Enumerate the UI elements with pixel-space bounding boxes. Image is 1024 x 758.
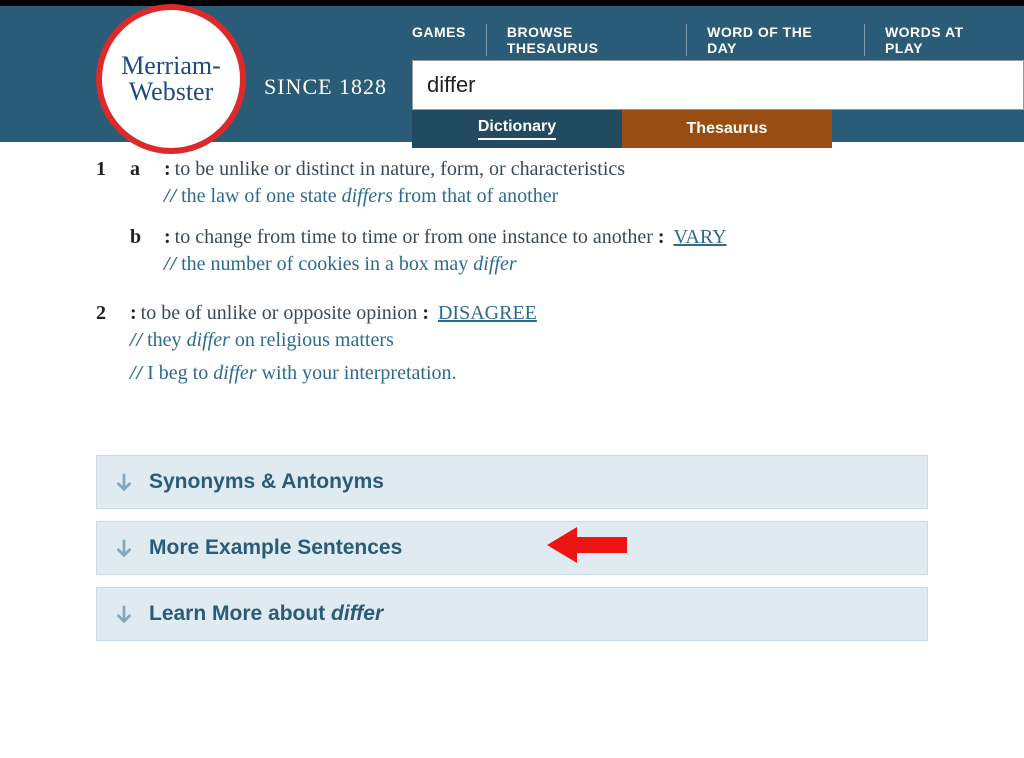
expanders-group: Synonyms & Antonyms More Example Sentenc… (96, 455, 928, 641)
definition-text: to be of unlike or opposite opinion (141, 302, 423, 324)
def-colon: : (658, 226, 674, 248)
definition-block: :to be unlike or distinct in nature, for… (164, 158, 928, 208)
red-arrow-annotation-icon (547, 523, 627, 573)
def-colon: : (130, 302, 141, 324)
sense-number: 1 (96, 158, 130, 208)
tab-dictionary[interactable]: Dictionary (412, 110, 622, 148)
ex-em: differ (213, 362, 256, 384)
expander-title: Synonyms & Antonyms (149, 470, 384, 494)
expander-title: More Example Sentences (149, 536, 402, 560)
example-slash-icon: // (130, 362, 143, 384)
site-header: Merriam- Webster SINCE 1828 GAMES BROWSE… (0, 0, 1024, 142)
sense-row: 1 a :to be unlike or distinct in nature,… (96, 158, 928, 208)
arrow-down-icon (113, 471, 135, 493)
ex-pre: I beg to (147, 362, 213, 384)
example-sentence: //they differ on religious matters (130, 329, 928, 352)
search-tabs: Dictionary Thesaurus (412, 110, 1024, 148)
expander-learn-more[interactable]: Learn More about differ (96, 587, 928, 641)
ex-post: on religious matters (230, 329, 394, 351)
nav-games[interactable]: GAMES (392, 24, 487, 56)
example-slash-icon: // (164, 185, 177, 207)
sense-row: b :to change from time to time or from o… (96, 226, 928, 276)
nav-words-play[interactable]: WORDS AT PLAY (865, 24, 1024, 56)
since-text: SINCE 1828 (264, 74, 387, 100)
ex-pre: the law of one state (181, 185, 342, 207)
ex-em: differ (187, 329, 230, 351)
example-slash-icon: // (130, 329, 143, 351)
def-colon: : (422, 302, 438, 324)
example-sentence: //the law of one state differs from that… (164, 185, 928, 208)
ex-pre: they (147, 329, 186, 351)
entry-content: 1 a :to be unlike or distinct in nature,… (0, 142, 1024, 693)
top-nav: GAMES BROWSE THESAURUS WORD OF THE DAY W… (392, 24, 1024, 56)
expander-more-examples[interactable]: More Example Sentences (96, 521, 928, 575)
expander-title: Learn More about differ (149, 602, 383, 626)
tab-thesaurus[interactable]: Thesaurus (622, 110, 832, 148)
ex-em: differs (342, 185, 393, 207)
def-colon: : (164, 226, 175, 248)
sense-number: 2 (96, 302, 130, 385)
search-input[interactable] (412, 60, 1024, 110)
ex-post: with your interpretation. (257, 362, 457, 384)
ex-pre: the number of cookies in a box may (181, 253, 473, 275)
def-colon: : (164, 158, 175, 180)
ex-em: differ (473, 253, 516, 275)
example-sentence: //the number of cookies in a box may dif… (164, 253, 928, 276)
definition-block: :to change from time to time or from one… (164, 226, 928, 276)
arrow-down-icon (113, 537, 135, 559)
nav-wotd[interactable]: WORD OF THE DAY (687, 24, 865, 56)
definition-block: :to be of unlike or opposite opinion : D… (130, 302, 928, 385)
tab-thesaurus-label: Thesaurus (687, 120, 768, 138)
learn-em: differ (331, 602, 383, 625)
sense-row: 2 :to be of unlike or opposite opinion :… (96, 302, 928, 385)
sense-letter: b (130, 226, 164, 276)
tab-dictionary-label: Dictionary (478, 118, 556, 140)
mw-logo[interactable]: Merriam- Webster (96, 4, 246, 154)
arrow-down-icon (113, 603, 135, 625)
logo-line2: Webster (129, 79, 214, 105)
synonym-link-vary[interactable]: VARY (674, 226, 727, 248)
logo-line1: Merriam- (121, 53, 221, 79)
sense-letter: a (130, 158, 164, 208)
sense-number (96, 226, 130, 276)
synonym-link-disagree[interactable]: DISAGREE (438, 302, 537, 324)
example-sentence: //I beg to differ with your interpretati… (130, 362, 928, 385)
learn-pre: Learn More about (149, 602, 331, 625)
expander-synonyms[interactable]: Synonyms & Antonyms (96, 455, 928, 509)
definition-text: to be unlike or distinct in nature, form… (175, 158, 625, 180)
nav-browse-thes[interactable]: BROWSE THESAURUS (487, 24, 687, 56)
definition-text: to change from time to time or from one … (175, 226, 658, 248)
ex-post: from that of another (393, 185, 559, 207)
example-slash-icon: // (164, 253, 177, 275)
